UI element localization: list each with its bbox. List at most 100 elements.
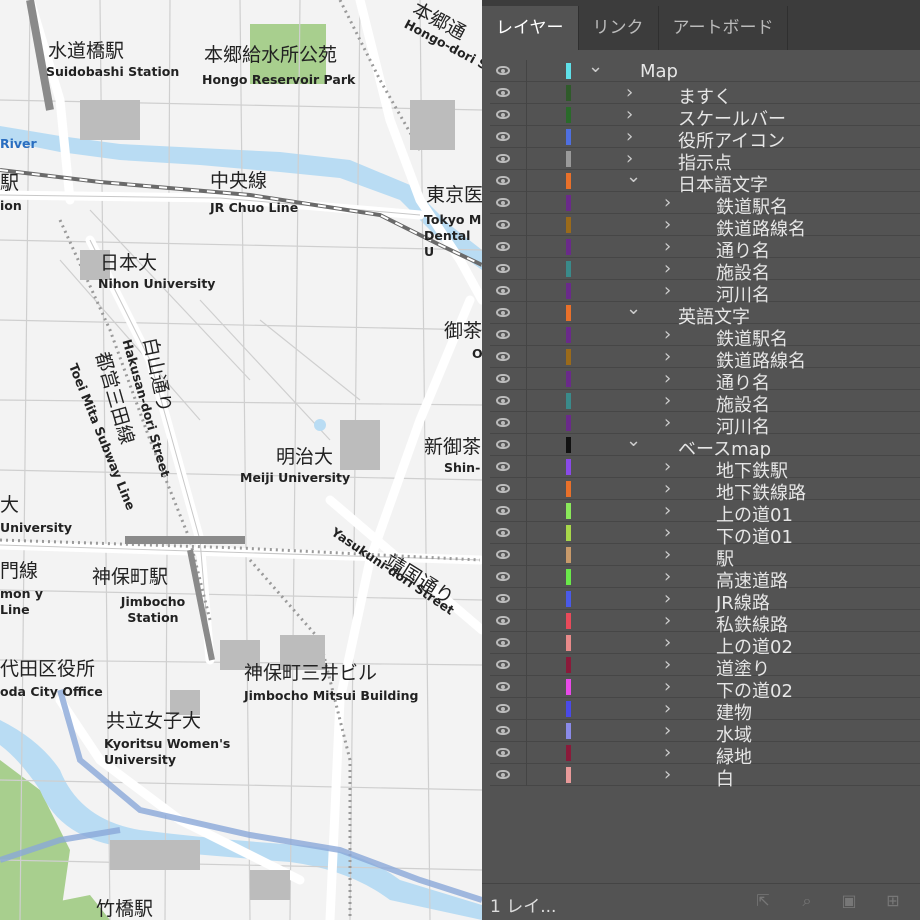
chevron-right-icon[interactable]: ›	[626, 82, 633, 103]
layer-row[interactable]: › 役所アイコン	[490, 126, 920, 152]
layer-row[interactable]: ⌄ 英語文字	[490, 298, 920, 328]
layer-row[interactable]: › 鉄道路線名	[490, 214, 920, 240]
chevron-right-icon[interactable]: ›	[664, 720, 671, 741]
layer-row[interactable]: › 鉄道路線名	[490, 346, 920, 372]
chevron-right-icon[interactable]: ›	[664, 654, 671, 675]
eye-icon[interactable]	[496, 748, 510, 757]
chevron-right-icon[interactable]: ›	[664, 522, 671, 543]
layer-row[interactable]: ⌄ 日本語文字	[490, 166, 920, 196]
chevron-right-icon[interactable]: ›	[664, 566, 671, 587]
chevron-right-icon[interactable]: ›	[664, 698, 671, 719]
layer-row[interactable]: › 下の道01	[490, 522, 920, 548]
chevron-right-icon[interactable]: ›	[664, 544, 671, 565]
layer-row[interactable]: › 駅	[490, 544, 920, 570]
chevron-down-icon[interactable]: ⌄	[588, 56, 603, 77]
tab-layers[interactable]: レイヤー	[482, 6, 579, 50]
layer-row[interactable]: › 施設名	[490, 390, 920, 416]
eye-icon[interactable]	[496, 396, 510, 405]
chevron-right-icon[interactable]: ›	[664, 500, 671, 521]
layer-row[interactable]: › 建物	[490, 698, 920, 724]
eye-icon[interactable]	[496, 440, 510, 449]
eye-icon[interactable]	[496, 704, 510, 713]
layer-row[interactable]: › 下の道02	[490, 676, 920, 702]
eye-icon[interactable]	[496, 528, 510, 537]
eye-icon[interactable]	[496, 198, 510, 207]
layer-row[interactable]: › 水域	[490, 720, 920, 746]
eye-icon[interactable]	[496, 110, 510, 119]
eye-icon[interactable]	[496, 682, 510, 691]
layer-row[interactable]: › 通り名	[490, 236, 920, 262]
tab-artboards[interactable]: アートボード	[659, 6, 789, 50]
eye-icon[interactable]	[496, 286, 510, 295]
layer-row[interactable]: › 鉄道駅名	[490, 324, 920, 350]
layer-row[interactable]: › 鉄道駅名	[490, 192, 920, 218]
layer-row[interactable]: › 高速道路	[490, 566, 920, 592]
new-sublayer-icon[interactable]: ⊞	[884, 892, 902, 910]
eye-icon[interactable]	[496, 572, 510, 581]
chevron-right-icon[interactable]: ›	[664, 764, 671, 785]
layer-row[interactable]: › ますく	[490, 82, 920, 108]
eye-icon[interactable]	[496, 352, 510, 361]
chevron-right-icon[interactable]: ›	[664, 588, 671, 609]
chevron-down-icon[interactable]: ⌄	[626, 430, 641, 451]
eye-icon[interactable]	[496, 484, 510, 493]
eye-icon[interactable]	[496, 264, 510, 273]
layer-row[interactable]: ⌄ Map	[490, 56, 920, 82]
eye-icon[interactable]	[496, 176, 510, 185]
chevron-right-icon[interactable]: ›	[626, 126, 633, 147]
chevron-right-icon[interactable]: ›	[664, 412, 671, 433]
chevron-right-icon[interactable]: ›	[664, 324, 671, 345]
eye-icon[interactable]	[496, 66, 510, 75]
layer-row[interactable]: › 白	[490, 764, 920, 790]
map-canvas[interactable]: 水道橋駅 Suidobashi Station 本郷給水所公苑 Hongo Re…	[0, 0, 482, 920]
eye-icon[interactable]	[496, 550, 510, 559]
chevron-right-icon[interactable]: ›	[664, 368, 671, 389]
eye-icon[interactable]	[496, 242, 510, 251]
layer-row[interactable]: › 上の道01	[490, 500, 920, 526]
chevron-right-icon[interactable]: ›	[664, 610, 671, 631]
chevron-right-icon[interactable]: ›	[664, 390, 671, 411]
eye-icon[interactable]	[496, 770, 510, 779]
eye-icon[interactable]	[496, 88, 510, 97]
eye-icon[interactable]	[496, 462, 510, 471]
chevron-right-icon[interactable]: ›	[664, 456, 671, 477]
chevron-down-icon[interactable]: ⌄	[626, 298, 641, 319]
chevron-right-icon[interactable]: ›	[664, 236, 671, 257]
search-icon[interactable]: ⌕	[798, 892, 816, 910]
eye-icon[interactable]	[496, 594, 510, 603]
chevron-down-icon[interactable]: ⌄	[626, 166, 641, 187]
eye-icon[interactable]	[496, 506, 510, 515]
chevron-right-icon[interactable]: ›	[664, 676, 671, 697]
layer-row[interactable]: › 上の道02	[490, 632, 920, 658]
eye-icon[interactable]	[496, 374, 510, 383]
chevron-right-icon[interactable]: ›	[664, 214, 671, 235]
chevron-right-icon[interactable]: ›	[664, 280, 671, 301]
eye-icon[interactable]	[496, 330, 510, 339]
layer-row[interactable]: › 緑地	[490, 742, 920, 768]
layer-row[interactable]: › 河川名	[490, 280, 920, 306]
collect-icon[interactable]: ▣	[840, 892, 858, 910]
layer-row[interactable]: › 施設名	[490, 258, 920, 284]
eye-icon[interactable]	[496, 616, 510, 625]
chevron-right-icon[interactable]: ›	[626, 104, 633, 125]
layer-row[interactable]: › 地下鉄駅	[490, 456, 920, 482]
layer-row[interactable]: › 通り名	[490, 368, 920, 394]
layer-row[interactable]: › JR線路	[490, 588, 920, 614]
eye-icon[interactable]	[496, 418, 510, 427]
eye-icon[interactable]	[496, 660, 510, 669]
chevron-right-icon[interactable]: ›	[664, 346, 671, 367]
eye-icon[interactable]	[496, 132, 510, 141]
export-icon[interactable]: ⇱	[754, 892, 772, 910]
tab-links[interactable]: リンク	[579, 6, 659, 50]
layer-row[interactable]: › 地下鉄線路	[490, 478, 920, 504]
eye-icon[interactable]	[496, 638, 510, 647]
layer-row[interactable]: › 河川名	[490, 412, 920, 438]
chevron-right-icon[interactable]: ›	[664, 258, 671, 279]
layer-row[interactable]: › 道塗り	[490, 654, 920, 680]
layer-row[interactable]: › スケールバー	[490, 104, 920, 130]
chevron-right-icon[interactable]: ›	[664, 478, 671, 499]
eye-icon[interactable]	[496, 154, 510, 163]
layer-row[interactable]: ⌄ ベースmap	[490, 430, 920, 460]
layer-row[interactable]: › 指示点	[490, 148, 920, 174]
chevron-right-icon[interactable]: ›	[664, 632, 671, 653]
